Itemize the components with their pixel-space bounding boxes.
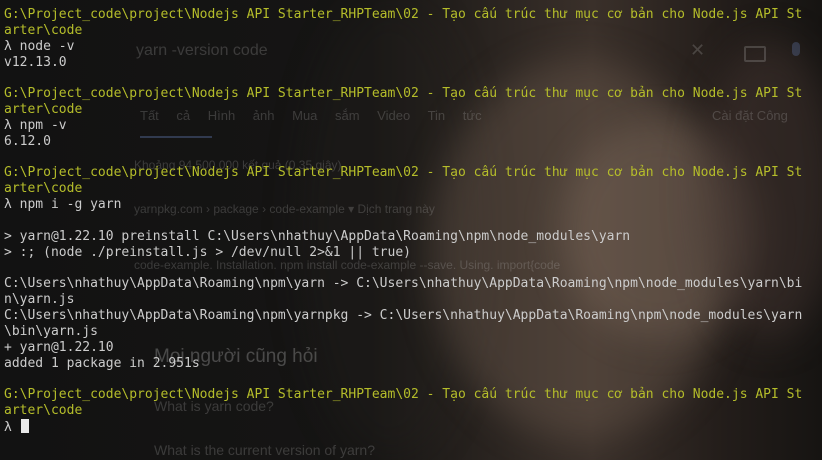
output-line: λ npm i -g yarn: [4, 197, 122, 213]
output-line: C:\Users\nhathuy\AppData\Roaming\npm\yar…: [4, 308, 803, 324]
output-line: λ node -v: [4, 38, 75, 54]
text-cursor[interactable]: [20, 418, 29, 433]
prompt-path-line: arter\code: [4, 403, 83, 419]
output-line: \bin\yarn.js: [4, 323, 98, 339]
prompt-symbol: λ: [4, 419, 12, 435]
prompt-path-line: G:\Project_code\project\Nodejs API Start…: [4, 165, 803, 181]
output-line: + yarn@1.22.10: [4, 339, 114, 355]
output-line: > yarn@1.22.10 preinstall C:\Users\nhath…: [4, 228, 631, 244]
prompt-path-line: G:\Project_code\project\Nodejs API Start…: [4, 86, 803, 102]
terminal-window[interactable]: yarn -version code ✕ Tất cả Hình ảnh Mua…: [0, 0, 822, 460]
prompt-path-line: arter\code: [4, 22, 83, 38]
output-line: added 1 package in 2.951s: [4, 355, 200, 371]
output-line: λ npm -v: [4, 117, 67, 133]
output-line: C:\Users\nhathuy\AppData\Roaming\npm\yar…: [4, 276, 803, 292]
output-line: > :; (node ./preinstall.js > /dev/null 2…: [4, 244, 411, 260]
output-line: v12.13.0: [4, 54, 67, 70]
prompt-path-line: G:\Project_code\project\Nodejs API Start…: [4, 7, 803, 22]
prompt-path-line: G:\Project_code\project\Nodejs API Start…: [4, 387, 803, 403]
terminal-output: G:\Project_code\project\Nodejs API Start…: [4, 7, 802, 435]
prompt-line[interactable]: λ: [4, 418, 802, 435]
prompt-path-line: arter\code: [4, 181, 83, 197]
question-2: What is the current version of yarn?: [154, 442, 375, 458]
prompt-path-line: arter\code: [4, 102, 83, 118]
output-line: 6.12.0: [4, 133, 51, 149]
output-line: n\yarn.js: [4, 292, 75, 308]
